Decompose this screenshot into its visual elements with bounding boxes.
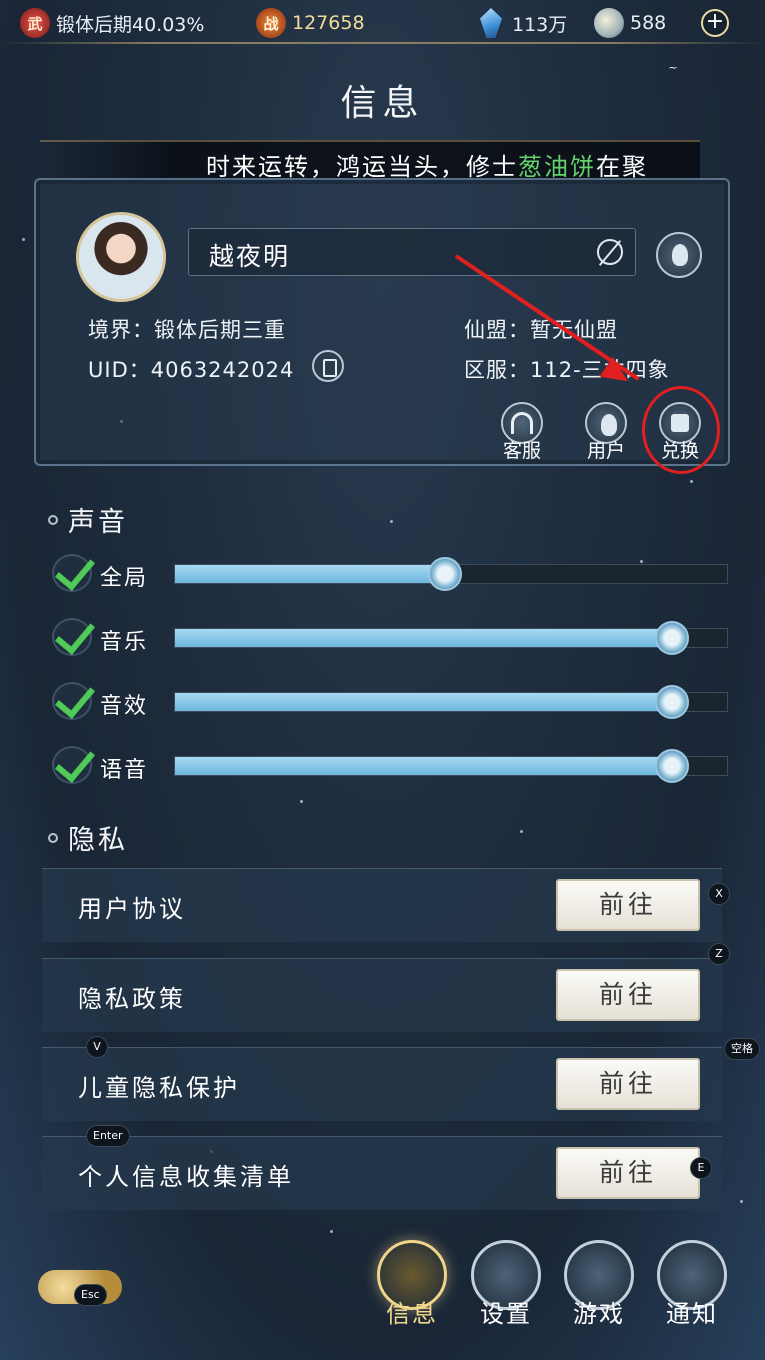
tab-notifications[interactable]: 通知	[654, 1240, 730, 1340]
gem-icon	[480, 8, 502, 38]
section-bullet-icon	[48, 514, 58, 525]
server-info: 区服：112-三才四象	[464, 358, 670, 382]
player-name-field[interactable]: 越夜明	[188, 228, 636, 276]
customer-service-button[interactable]: 客服	[492, 402, 552, 463]
realm-info: 境界：锻体后期三重	[88, 318, 286, 342]
key-hint-z: Z	[708, 943, 730, 965]
child-privacy-go-button[interactable]: 前往	[556, 1058, 700, 1110]
page-title: 信息	[340, 83, 425, 124]
coin-icon	[594, 8, 624, 38]
avatar[interactable]	[76, 212, 166, 302]
headset-icon	[511, 412, 533, 434]
user-agreement-row: 用户协议 前往	[42, 868, 722, 942]
section-bullet-icon	[48, 832, 58, 843]
slider-knob[interactable]	[654, 685, 689, 719]
user-center-button[interactable]: 用户	[576, 402, 636, 463]
coin-amount: 588	[630, 12, 667, 34]
master-volume-checkbox[interactable]	[52, 554, 92, 592]
tab-settings[interactable]: 设置	[468, 1240, 544, 1340]
music-volume-checkbox[interactable]	[52, 618, 92, 656]
sfx-volume-checkbox[interactable]	[52, 682, 92, 720]
character-icon	[672, 244, 688, 266]
master-volume-slider[interactable]	[174, 557, 728, 591]
marquee-text: 时来运转，鸿运当头，修士葱油饼在聚	[206, 153, 648, 180]
top-resource-bar: 武 锻体后期40.03% 战 127658 113万 588 +	[0, 0, 765, 46]
key-hint-esc: Esc	[74, 1284, 107, 1306]
realm-progress[interactable]: 武 锻体后期40.03%	[20, 6, 204, 40]
uid-info: UID：4063242024	[88, 358, 295, 382]
key-hint-v: V	[86, 1036, 108, 1058]
combat-badge-icon: 战	[256, 8, 286, 38]
voice-volume-checkbox[interactable]	[52, 746, 92, 784]
key-hint-x: X	[708, 883, 730, 905]
privacy-policy-row: 隐私政策 前往	[42, 958, 722, 1032]
combat-power[interactable]: 战 127658	[256, 6, 365, 40]
announcement-marquee: 时来运转，鸿运当头，修士葱油饼在聚	[40, 140, 700, 180]
back-button[interactable]: Esc	[38, 1260, 124, 1312]
sound-section-title: 声音	[48, 500, 128, 539]
tab-info[interactable]: 信息	[374, 1240, 450, 1340]
gem-amount: 113万	[512, 13, 568, 36]
slider-knob[interactable]	[654, 621, 689, 655]
player-name: 越夜明	[209, 242, 291, 271]
tab-game[interactable]: 游戏	[561, 1240, 637, 1340]
child-privacy-row: 儿童隐私保护 前往	[42, 1047, 722, 1121]
master-volume-row: 全局	[52, 550, 732, 600]
top-divider	[0, 42, 765, 44]
slider-knob[interactable]	[428, 557, 463, 591]
privacy-policy-go-button[interactable]: 前往	[556, 969, 700, 1021]
music-volume-slider[interactable]	[174, 621, 728, 655]
slider-knob[interactable]	[654, 749, 689, 783]
annotation-circle	[642, 386, 720, 474]
privacy-section-title: 隐私	[48, 818, 128, 857]
gem-currency[interactable]: 113万	[480, 6, 567, 40]
martial-badge-icon: 武	[20, 8, 50, 38]
realm-progress-text: 锻体后期40.03%	[56, 13, 205, 36]
user-icon	[601, 414, 617, 436]
marquee-highlight-name: 葱油饼	[518, 153, 596, 180]
voice-volume-row: 语音	[52, 742, 732, 792]
key-hint-e: E	[690, 1157, 712, 1179]
key-hint-space: 空格	[724, 1038, 760, 1060]
rename-disabled-icon[interactable]	[597, 239, 623, 265]
copy-uid-icon[interactable]	[312, 350, 344, 382]
coin-currency[interactable]: 588	[594, 6, 666, 40]
character-switch-button[interactable]	[656, 232, 702, 278]
personal-info-list-go-button[interactable]: 前往	[556, 1147, 700, 1199]
personal-info-list-row: 个人信息收集清单 前往	[42, 1136, 722, 1210]
combat-power-value: 127658	[292, 12, 365, 34]
sfx-volume-slider[interactable]	[174, 685, 728, 719]
alliance-info: 仙盟：暂无仙盟	[464, 318, 618, 342]
sfx-volume-row: 音效	[52, 678, 732, 728]
add-currency-button[interactable]: +	[701, 9, 729, 37]
profile-panel: 越夜明 境界：锻体后期三重 UID：4063242024 仙盟：暂无仙盟 区服：…	[34, 178, 730, 466]
music-volume-row: 音乐	[52, 614, 732, 664]
key-hint-enter: Enter	[86, 1125, 130, 1147]
voice-volume-slider[interactable]	[174, 749, 728, 783]
user-agreement-go-button[interactable]: 前往	[556, 879, 700, 931]
